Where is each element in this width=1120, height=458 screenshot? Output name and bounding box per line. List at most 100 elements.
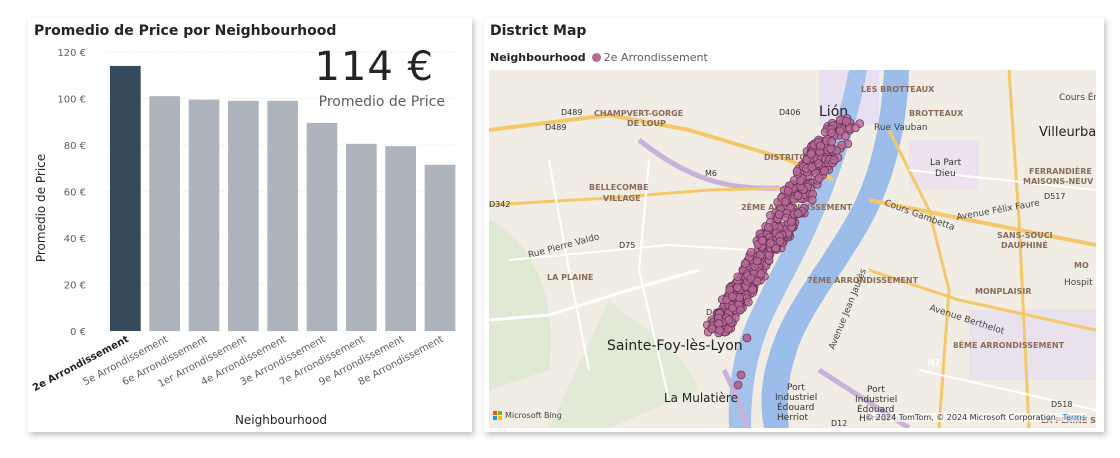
map-point[interactable] (764, 223, 773, 232)
map-point[interactable] (733, 380, 743, 390)
map-label: DE LOUP (627, 119, 666, 128)
map-point[interactable] (756, 269, 766, 279)
map-point[interactable] (820, 166, 830, 176)
map-point[interactable] (827, 128, 837, 138)
map-label: La Mulatière (664, 391, 738, 405)
map-label: Rue Vauban (874, 123, 928, 133)
map-canvas[interactable]: LiónVilleurbarSainte-Foy-lès-LyonLa Mula… (489, 70, 1096, 428)
map-label: MONPLAISIR (975, 287, 1031, 296)
map-point[interactable] (742, 333, 752, 343)
map-point[interactable] (807, 195, 817, 205)
map-label: MO (1074, 261, 1089, 270)
map-point[interactable] (743, 297, 753, 307)
map-label: Hospit (1064, 278, 1093, 288)
map-point[interactable] (829, 155, 839, 165)
bar[interactable] (110, 65, 141, 331)
district-map[interactable]: Lión Villeurbar Sainte-Foy-lès-Lyon La Mula… (489, 70, 1096, 428)
map-label: BROTTEAUX (909, 109, 964, 118)
map-point[interactable] (814, 173, 824, 183)
highway (637, 138, 780, 191)
map-label: D489 (561, 108, 582, 117)
map-point[interactable] (793, 191, 803, 201)
map-point[interactable] (715, 325, 725, 335)
map-label: D75 (619, 241, 635, 250)
map-point[interactable] (728, 292, 737, 301)
map-point[interactable] (827, 137, 837, 146)
street-label: Avenue Félix Faure (956, 197, 1041, 223)
bar[interactable] (228, 100, 259, 331)
bar[interactable] (267, 100, 299, 331)
map-point[interactable] (780, 197, 790, 207)
bar[interactable] (424, 164, 456, 331)
map-point[interactable] (736, 305, 745, 315)
map-point[interactable] (740, 259, 750, 268)
map-point[interactable] (733, 283, 742, 292)
map-label: D406 (779, 108, 800, 117)
map-point[interactable] (758, 236, 767, 245)
map-point[interactable] (787, 217, 796, 227)
bar-chart-card: Promedio de Price por Neighbourhood 0 €2… (28, 18, 472, 432)
map-point[interactable] (807, 162, 817, 172)
terms-link[interactable]: Terms (1062, 413, 1086, 422)
map-label: FERRANDIÈRE (1029, 165, 1092, 176)
map-point[interactable] (724, 315, 734, 325)
bing-label: Microsoft Bing (505, 411, 562, 420)
map-label: D489 (545, 123, 566, 132)
map-label: BELLECOMBE (589, 183, 648, 192)
map-point[interactable] (736, 370, 746, 380)
bar[interactable] (188, 99, 220, 331)
map-point[interactable] (793, 209, 803, 219)
legend-item-label[interactable]: 2e Arrondissement (604, 51, 708, 64)
bar[interactable] (385, 146, 417, 331)
map-point[interactable] (783, 186, 793, 196)
y-tick-label: 120 € (57, 48, 86, 59)
map-label: Industriel (775, 393, 817, 403)
map-label: VILLAGE (603, 194, 641, 203)
map-title: District Map (490, 23, 587, 39)
map-label: LES BROTTEAUX (861, 85, 935, 94)
map-point[interactable] (707, 324, 717, 334)
map-label: Industriel (855, 395, 897, 405)
map-point[interactable] (851, 123, 860, 133)
map-point[interactable] (841, 117, 851, 126)
map-point[interactable] (806, 149, 816, 159)
map-label: LA PLAINE (547, 273, 593, 282)
map-label: D342 (489, 200, 510, 209)
street-label: Rue Pierre Valdo (527, 232, 601, 261)
y-tick-label: 0 € (70, 327, 86, 338)
map-label: MAISONS-NEUV (1023, 177, 1094, 186)
bar[interactable] (346, 143, 377, 331)
map-point[interactable] (746, 247, 756, 257)
map-label: DISTRITO (764, 153, 806, 162)
map-point[interactable] (796, 176, 805, 185)
map-label: CHAMPVERT-GORGE (594, 109, 683, 118)
bar[interactable] (306, 122, 338, 331)
microsoft-logo-icon (493, 411, 502, 420)
map-point[interactable] (752, 277, 762, 286)
map-point[interactable] (733, 272, 743, 282)
legend-title: Neighbourhood (490, 51, 586, 64)
map-label: M6 (705, 169, 717, 178)
y-tick-label: 40 € (64, 234, 86, 245)
map-point[interactable] (766, 238, 775, 248)
map-point[interactable] (816, 141, 825, 151)
map-label: Sainte-Foy-lès-Lyon (607, 338, 743, 354)
map-point[interactable] (752, 256, 762, 266)
y-tick-label: 100 € (57, 95, 86, 106)
y-axis-label: Promedio de Price (34, 154, 48, 262)
y-tick-label: 80 € (64, 141, 86, 152)
map-label: Herriot (777, 413, 809, 423)
bar[interactable] (149, 96, 181, 331)
kpi-value: 114 € (314, 44, 434, 90)
map-point[interactable] (775, 237, 785, 246)
map-point[interactable] (826, 144, 836, 154)
map-label: DAUPHINÉ (1001, 239, 1048, 250)
map-label: Port (867, 385, 885, 395)
map-label: D518 (1051, 400, 1072, 409)
map-card: District Map Neighbourhood 2e Arrondisse… (484, 18, 1104, 432)
map-label: D517 (1044, 192, 1065, 201)
map-label: La Part (930, 158, 962, 168)
legend-dot (591, 53, 601, 62)
map-point[interactable] (748, 285, 758, 295)
map-point[interactable] (764, 250, 774, 260)
